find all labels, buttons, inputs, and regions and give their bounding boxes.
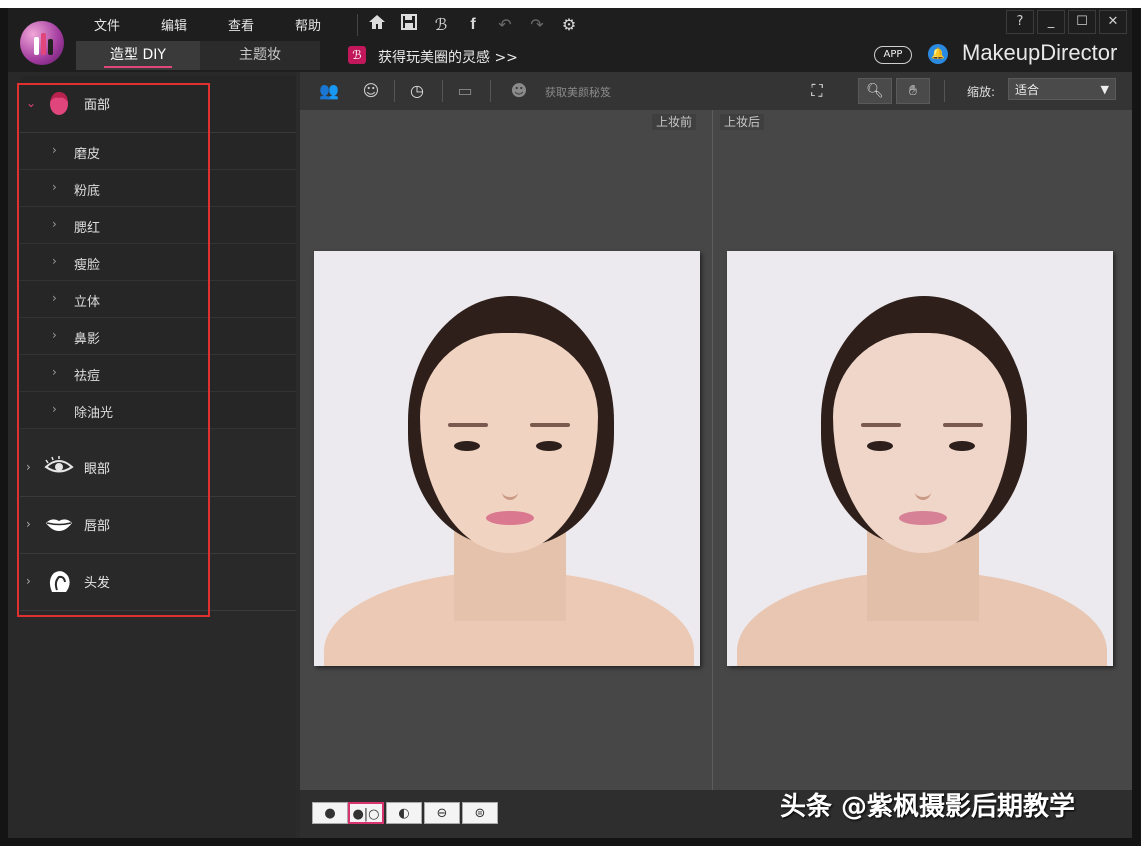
help-button[interactable]: ? (1006, 10, 1034, 34)
split-vertical-view-icon[interactable]: ◐ (386, 802, 422, 824)
preview-canvas: 上妆前 上妆后 (300, 110, 1132, 790)
side-by-side-view-icon[interactable]: ●|○ (348, 802, 384, 824)
save-icon[interactable] (398, 14, 420, 36)
chevron-down-icon: ▼ (1100, 83, 1109, 96)
tab-active-underline (104, 66, 172, 68)
toolbar-separator (944, 80, 945, 102)
zoom-select-value: 适合 (1015, 83, 1040, 97)
brand-b-icon[interactable]: ℬ (430, 14, 452, 36)
menu-file[interactable]: 文件 (94, 15, 120, 34)
menu-view[interactable]: 查看 (228, 15, 254, 34)
promo-link[interactable]: 获得玩美圈的灵感 >> (378, 47, 518, 67)
watermark-text: 头条 @紫枫摄影后期教学 (780, 792, 1076, 822)
maximize-button[interactable]: ☐ (1068, 10, 1096, 34)
compare-faces-icon[interactable]: 👥 (316, 79, 342, 103)
highlight-annotation-box (17, 83, 210, 617)
before-photo[interactable] (314, 251, 700, 666)
toolbar-separator (394, 80, 395, 102)
face-outline-icon[interactable]: ☺ (358, 79, 384, 103)
home-icon[interactable] (366, 14, 388, 36)
promo-b-icon[interactable]: ℬ (348, 46, 366, 64)
menu-separator (357, 14, 358, 36)
toolbar-separator (490, 80, 491, 102)
fullscreen-icon[interactable]: ⛶ (804, 79, 830, 103)
history-icon[interactable]: ◷ (404, 79, 430, 103)
tab-theme-label: 主题妆 (239, 47, 281, 63)
magnifier-icon[interactable]: 🔍︎ (858, 78, 892, 104)
zoom-label: 缩放: (967, 85, 996, 99)
redo-icon[interactable]: ↷ (526, 14, 548, 36)
crop-icon[interactable]: ▭ (452, 79, 478, 103)
settings-icon[interactable]: ⚙ (558, 14, 580, 36)
title-bar: 文件 编辑 查看 帮助 ℬ f ↶ ↷ ⚙ 造型 DIY 主题妆 ℬ 获得玩美圈… (8, 8, 1132, 72)
menu-help[interactable]: 帮助 (295, 15, 321, 34)
split-diagonal-view-icon[interactable]: ⊜ (462, 802, 498, 824)
tab-theme-makeup[interactable]: 主题妆 (200, 41, 320, 70)
brand-title: MakeupDirector (962, 40, 1118, 65)
minimize-button[interactable]: _ (1037, 10, 1065, 34)
after-photo[interactable] (727, 251, 1113, 666)
beauty-tips-link[interactable]: 获取美颜秘笈 (545, 84, 611, 100)
after-label: 上妆后 (720, 114, 765, 130)
toolbar-separator (442, 80, 443, 102)
compare-divider[interactable] (712, 110, 713, 790)
tab-diy-label: 造型 DIY (110, 47, 166, 63)
app-button[interactable]: APP (874, 46, 912, 64)
facebook-icon[interactable]: f (462, 14, 484, 36)
single-view-icon[interactable]: ● (312, 802, 348, 824)
notification-bell-icon[interactable]: 🔔 (928, 44, 948, 64)
edit-toolbar: 👥 ☺ ◷ ▭ ☻ 获取美颜秘笈 ⛶ 🔍︎ ✋︎ 缩放: 适合 ▼ (300, 72, 1132, 110)
before-label: 上妆前 (652, 114, 697, 130)
menu-edit[interactable]: 编辑 (161, 15, 187, 34)
add-face-icon[interactable]: ☻ (506, 79, 532, 103)
undo-icon[interactable]: ↶ (494, 14, 516, 36)
close-button[interactable]: ✕ (1099, 10, 1127, 34)
tab-diy[interactable]: 造型 DIY (76, 41, 200, 70)
split-horizontal-view-icon[interactable]: ⊖ (424, 802, 460, 824)
app-logo (20, 21, 64, 65)
hand-pan-icon[interactable]: ✋︎ (896, 78, 930, 104)
zoom-select[interactable]: 适合 ▼ (1008, 78, 1116, 100)
app-window: 文件 编辑 查看 帮助 ℬ f ↶ ↷ ⚙ 造型 DIY 主题妆 ℬ 获得玩美圈… (8, 8, 1132, 838)
